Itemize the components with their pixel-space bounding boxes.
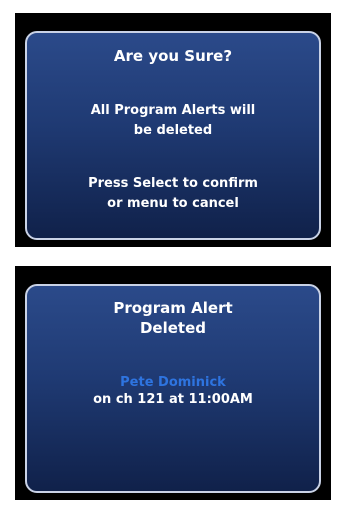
program-name: Pete Dominick — [120, 375, 226, 390]
channel-time: on ch 121 at 11:00AM — [93, 392, 253, 407]
dialog-message: All Program Alerts will be deleted — [27, 101, 319, 141]
hint-line: Press Select to confirm — [88, 176, 258, 191]
message-line: be deleted — [133, 123, 213, 138]
dialog-title: Are you Sure? — [113, 47, 233, 65]
hint-line: or menu to cancel — [107, 196, 239, 211]
title-line: Deleted — [139, 319, 207, 337]
dialog-hint: Press Select to confirm or menu to cance… — [27, 174, 319, 214]
confirm-delete-dialog: Are you Sure? All Program Alerts will be… — [25, 31, 321, 240]
confirm-screen: Are you Sure? All Program Alerts will be… — [15, 13, 331, 247]
message-line: All Program Alerts will — [90, 103, 256, 118]
title-line: Program Alert — [113, 299, 233, 317]
result-screen: Program Alert Deleted Pete Dominick on c… — [15, 266, 331, 500]
alert-deleted-dialog: Program Alert Deleted Pete Dominick on c… — [25, 284, 321, 493]
dialog-title: Program Alert Deleted — [27, 298, 319, 338]
